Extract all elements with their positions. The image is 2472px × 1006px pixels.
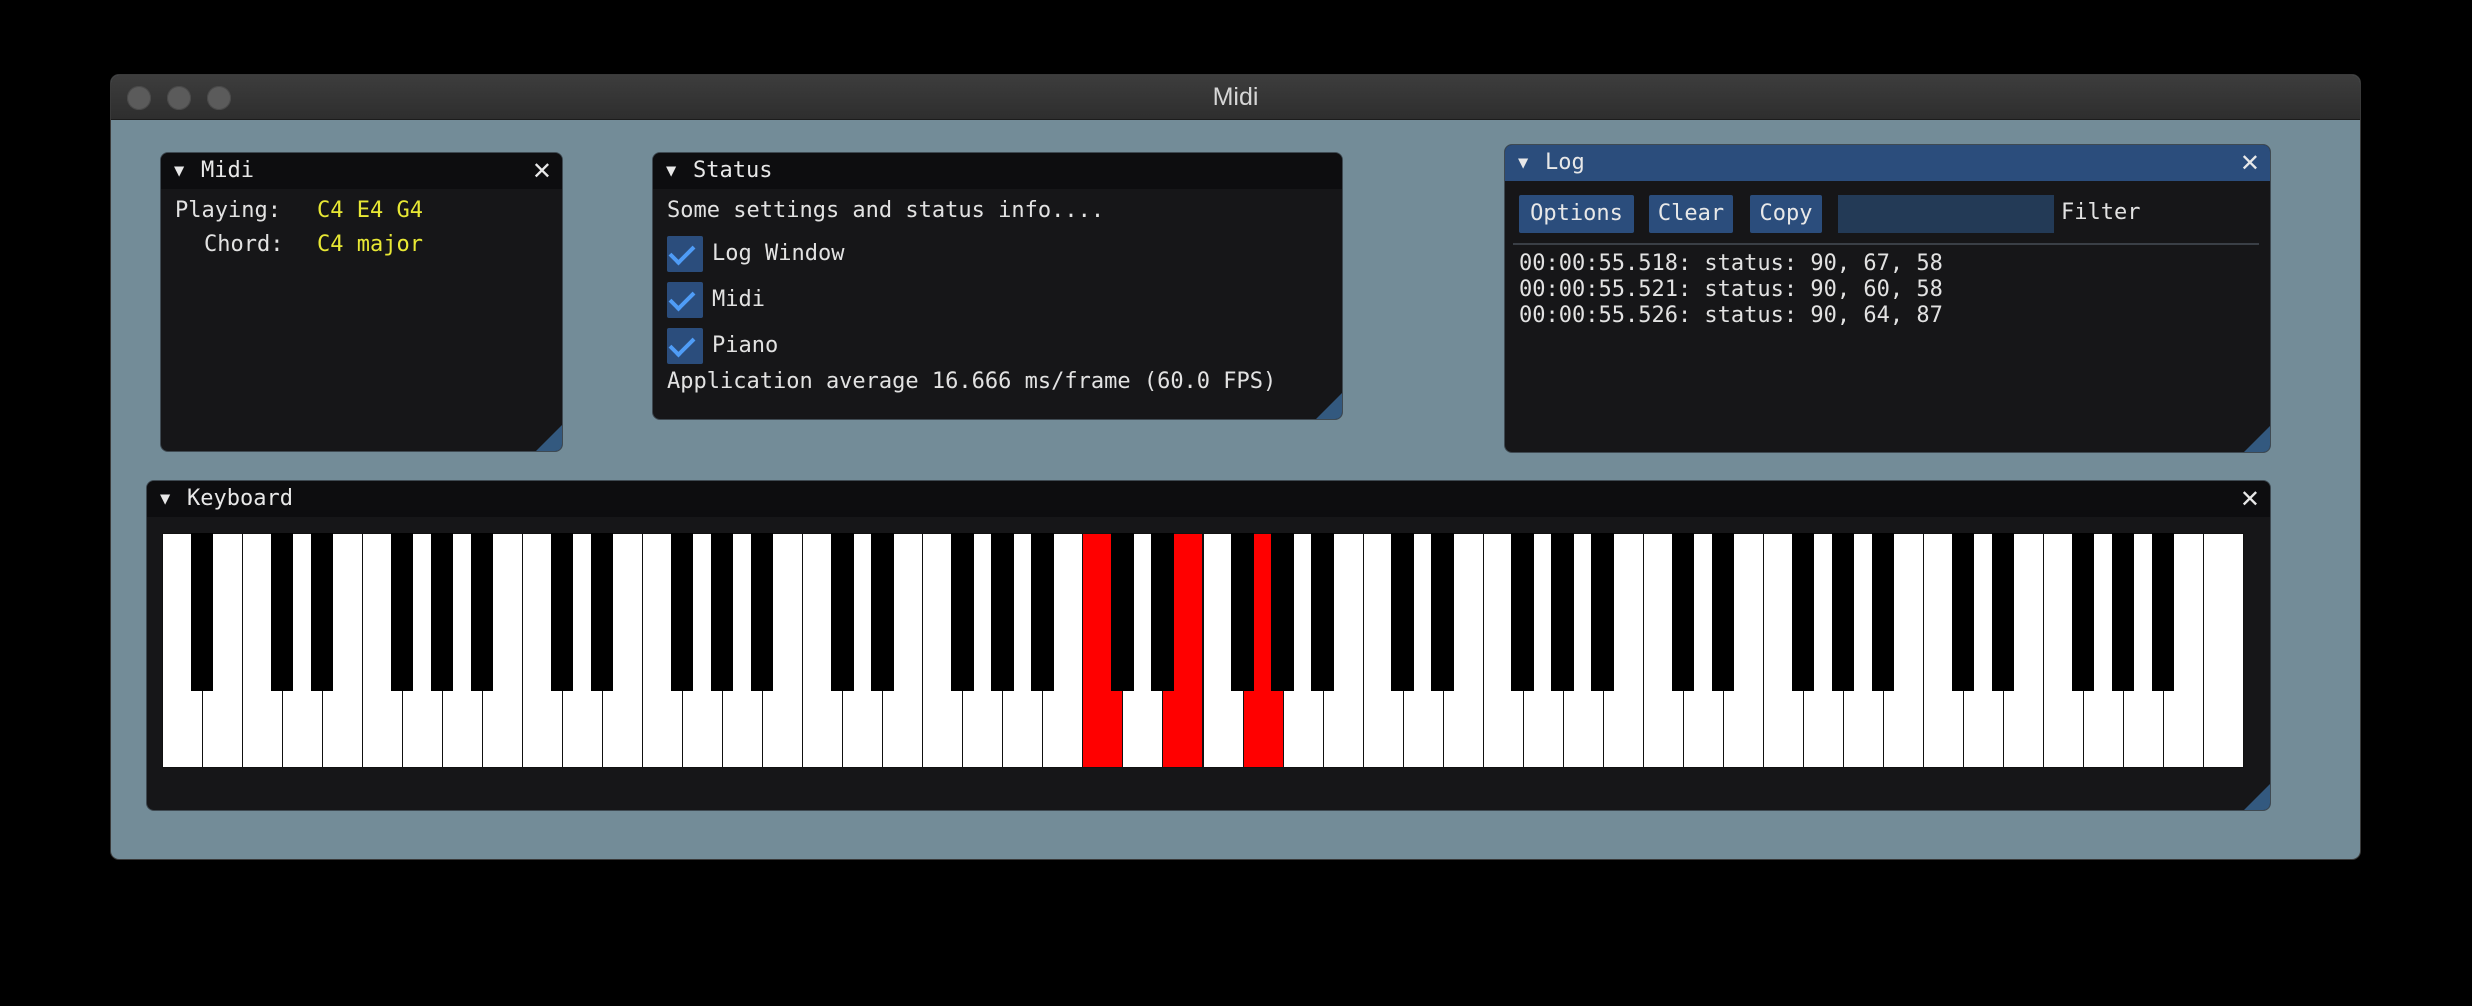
resize-grip[interactable] [1316, 393, 1342, 419]
close-icon[interactable]: ✕ [2240, 145, 2260, 181]
log-separator [1513, 243, 2259, 245]
log-panel: ▼ Log ✕ Options Clear Copy Filter 00:00:… [1504, 144, 2271, 453]
black-key-gs7[interactable] [2111, 533, 2135, 691]
black-key-fs5[interactable] [1511, 533, 1534, 691]
black-key-as1[interactable] [470, 533, 494, 691]
black-key-cs2[interactable] [550, 533, 574, 691]
window-title: Midi [1212, 83, 1259, 111]
black-key-ds4[interactable] [1151, 533, 1174, 691]
midi-checkbox[interactable] [667, 282, 703, 318]
chord-label: Chord: [204, 232, 284, 257]
status-panel: ▼ Status Some settings and status info..… [652, 152, 1343, 420]
black-key-as0[interactable] [190, 533, 214, 691]
black-key-fs7[interactable] [2071, 533, 2095, 691]
black-key-fs2[interactable] [671, 533, 694, 691]
black-key-as6[interactable] [1871, 533, 1895, 691]
collapse-arrow-icon[interactable]: ▼ [1518, 145, 1528, 181]
black-key-ds5[interactable] [1431, 533, 1454, 691]
midi-label[interactable]: Midi [712, 286, 765, 314]
resize-grip[interactable] [536, 425, 562, 451]
black-key-fs4[interactable] [1231, 533, 1254, 691]
checkmark-icon [668, 284, 696, 312]
checkmark-icon [668, 330, 696, 358]
log-window-checkbox[interactable] [667, 236, 703, 272]
playing-value: C4 E4 G4 [317, 198, 423, 223]
black-key-as3[interactable] [1031, 533, 1054, 691]
piano-label[interactable]: Piano [712, 332, 778, 360]
black-key-gs4[interactable] [1271, 533, 1294, 691]
black-key-gs5[interactable] [1551, 533, 1574, 691]
log-panel-title: Log [1545, 150, 1585, 175]
log-entry: 00:00:55.526: status: 90, 64, 87 [1519, 303, 1943, 328]
perf-stats: Application average 16.666 ms/frame (60.… [667, 369, 1277, 394]
black-key-fs6[interactable] [1791, 533, 1814, 691]
black-key-cs6[interactable] [1671, 533, 1694, 691]
checkmark-icon [668, 238, 696, 266]
black-key-as2[interactable] [751, 533, 774, 691]
black-key-ds6[interactable] [1711, 533, 1734, 691]
black-key-gs6[interactable] [1831, 533, 1854, 691]
log-entry: 00:00:55.521: status: 90, 60, 58 [1519, 277, 1943, 302]
clear-button[interactable]: Clear [1649, 195, 1733, 233]
close-icon[interactable]: ✕ [2240, 481, 2260, 517]
black-key-ds2[interactable] [591, 533, 614, 691]
black-key-ds7[interactable] [1991, 533, 2015, 691]
keyboard-panel-title: Keyboard [187, 486, 293, 511]
filter-label: Filter [2061, 200, 2141, 225]
black-key-gs3[interactable] [991, 533, 1014, 691]
app-window: Midi ▼ Midi ✕ Playing: C4 E4 G4 Chord: C… [111, 75, 2360, 859]
filter-input[interactable] [1838, 195, 2054, 233]
log-window-label[interactable]: Log Window [712, 240, 844, 268]
black-key-fs3[interactable] [951, 533, 974, 691]
status-description: Some settings and status info.... [667, 198, 1105, 223]
midi-panel-titlebar[interactable]: ▼ Midi ✕ [161, 153, 562, 189]
midi-panel: ▼ Midi ✕ Playing: C4 E4 G4 Chord: C4 maj… [160, 152, 563, 452]
black-key-cs1[interactable] [270, 533, 294, 691]
options-button[interactable]: Options [1519, 195, 1634, 233]
black-key-ds1[interactable] [310, 533, 334, 691]
collapse-arrow-icon[interactable]: ▼ [666, 153, 676, 189]
status-panel-title: Status [693, 158, 773, 183]
black-key-as4[interactable] [1311, 533, 1334, 691]
log-entry: 00:00:55.518: status: 90, 67, 58 [1519, 251, 1943, 276]
black-key-as5[interactable] [1591, 533, 1614, 691]
window-titlebar[interactable]: Midi [111, 75, 2360, 120]
black-key-cs5[interactable] [1391, 533, 1414, 691]
status-panel-titlebar[interactable]: ▼ Status [653, 153, 1342, 189]
piano-checkbox[interactable] [667, 328, 703, 364]
copy-button[interactable]: Copy [1750, 195, 1822, 233]
chord-value: C4 major [317, 232, 423, 257]
keyboard-panel: ▼ Keyboard ✕ [146, 480, 2271, 811]
collapse-arrow-icon[interactable]: ▼ [174, 153, 184, 189]
black-key-cs3[interactable] [831, 533, 854, 691]
midi-panel-title: Midi [201, 158, 254, 183]
playing-label: Playing: [175, 198, 281, 223]
black-key-gs1[interactable] [430, 533, 454, 691]
piano-keyboard[interactable] [162, 533, 2244, 770]
black-key-gs2[interactable] [711, 533, 734, 691]
collapse-arrow-icon[interactable]: ▼ [160, 481, 170, 517]
black-key-cs4[interactable] [1111, 533, 1134, 691]
black-key-fs1[interactable] [390, 533, 414, 691]
white-key-c8[interactable] [2202, 533, 2244, 768]
resize-grip[interactable] [2244, 426, 2270, 452]
close-icon[interactable]: ✕ [532, 153, 552, 189]
black-key-as7[interactable] [2151, 533, 2175, 691]
resize-grip[interactable] [2244, 784, 2270, 810]
black-key-cs7[interactable] [1951, 533, 1975, 691]
log-panel-titlebar[interactable]: ▼ Log ✕ [1505, 145, 2270, 181]
black-key-ds3[interactable] [871, 533, 894, 691]
keyboard-panel-titlebar[interactable]: ▼ Keyboard ✕ [147, 481, 2270, 517]
